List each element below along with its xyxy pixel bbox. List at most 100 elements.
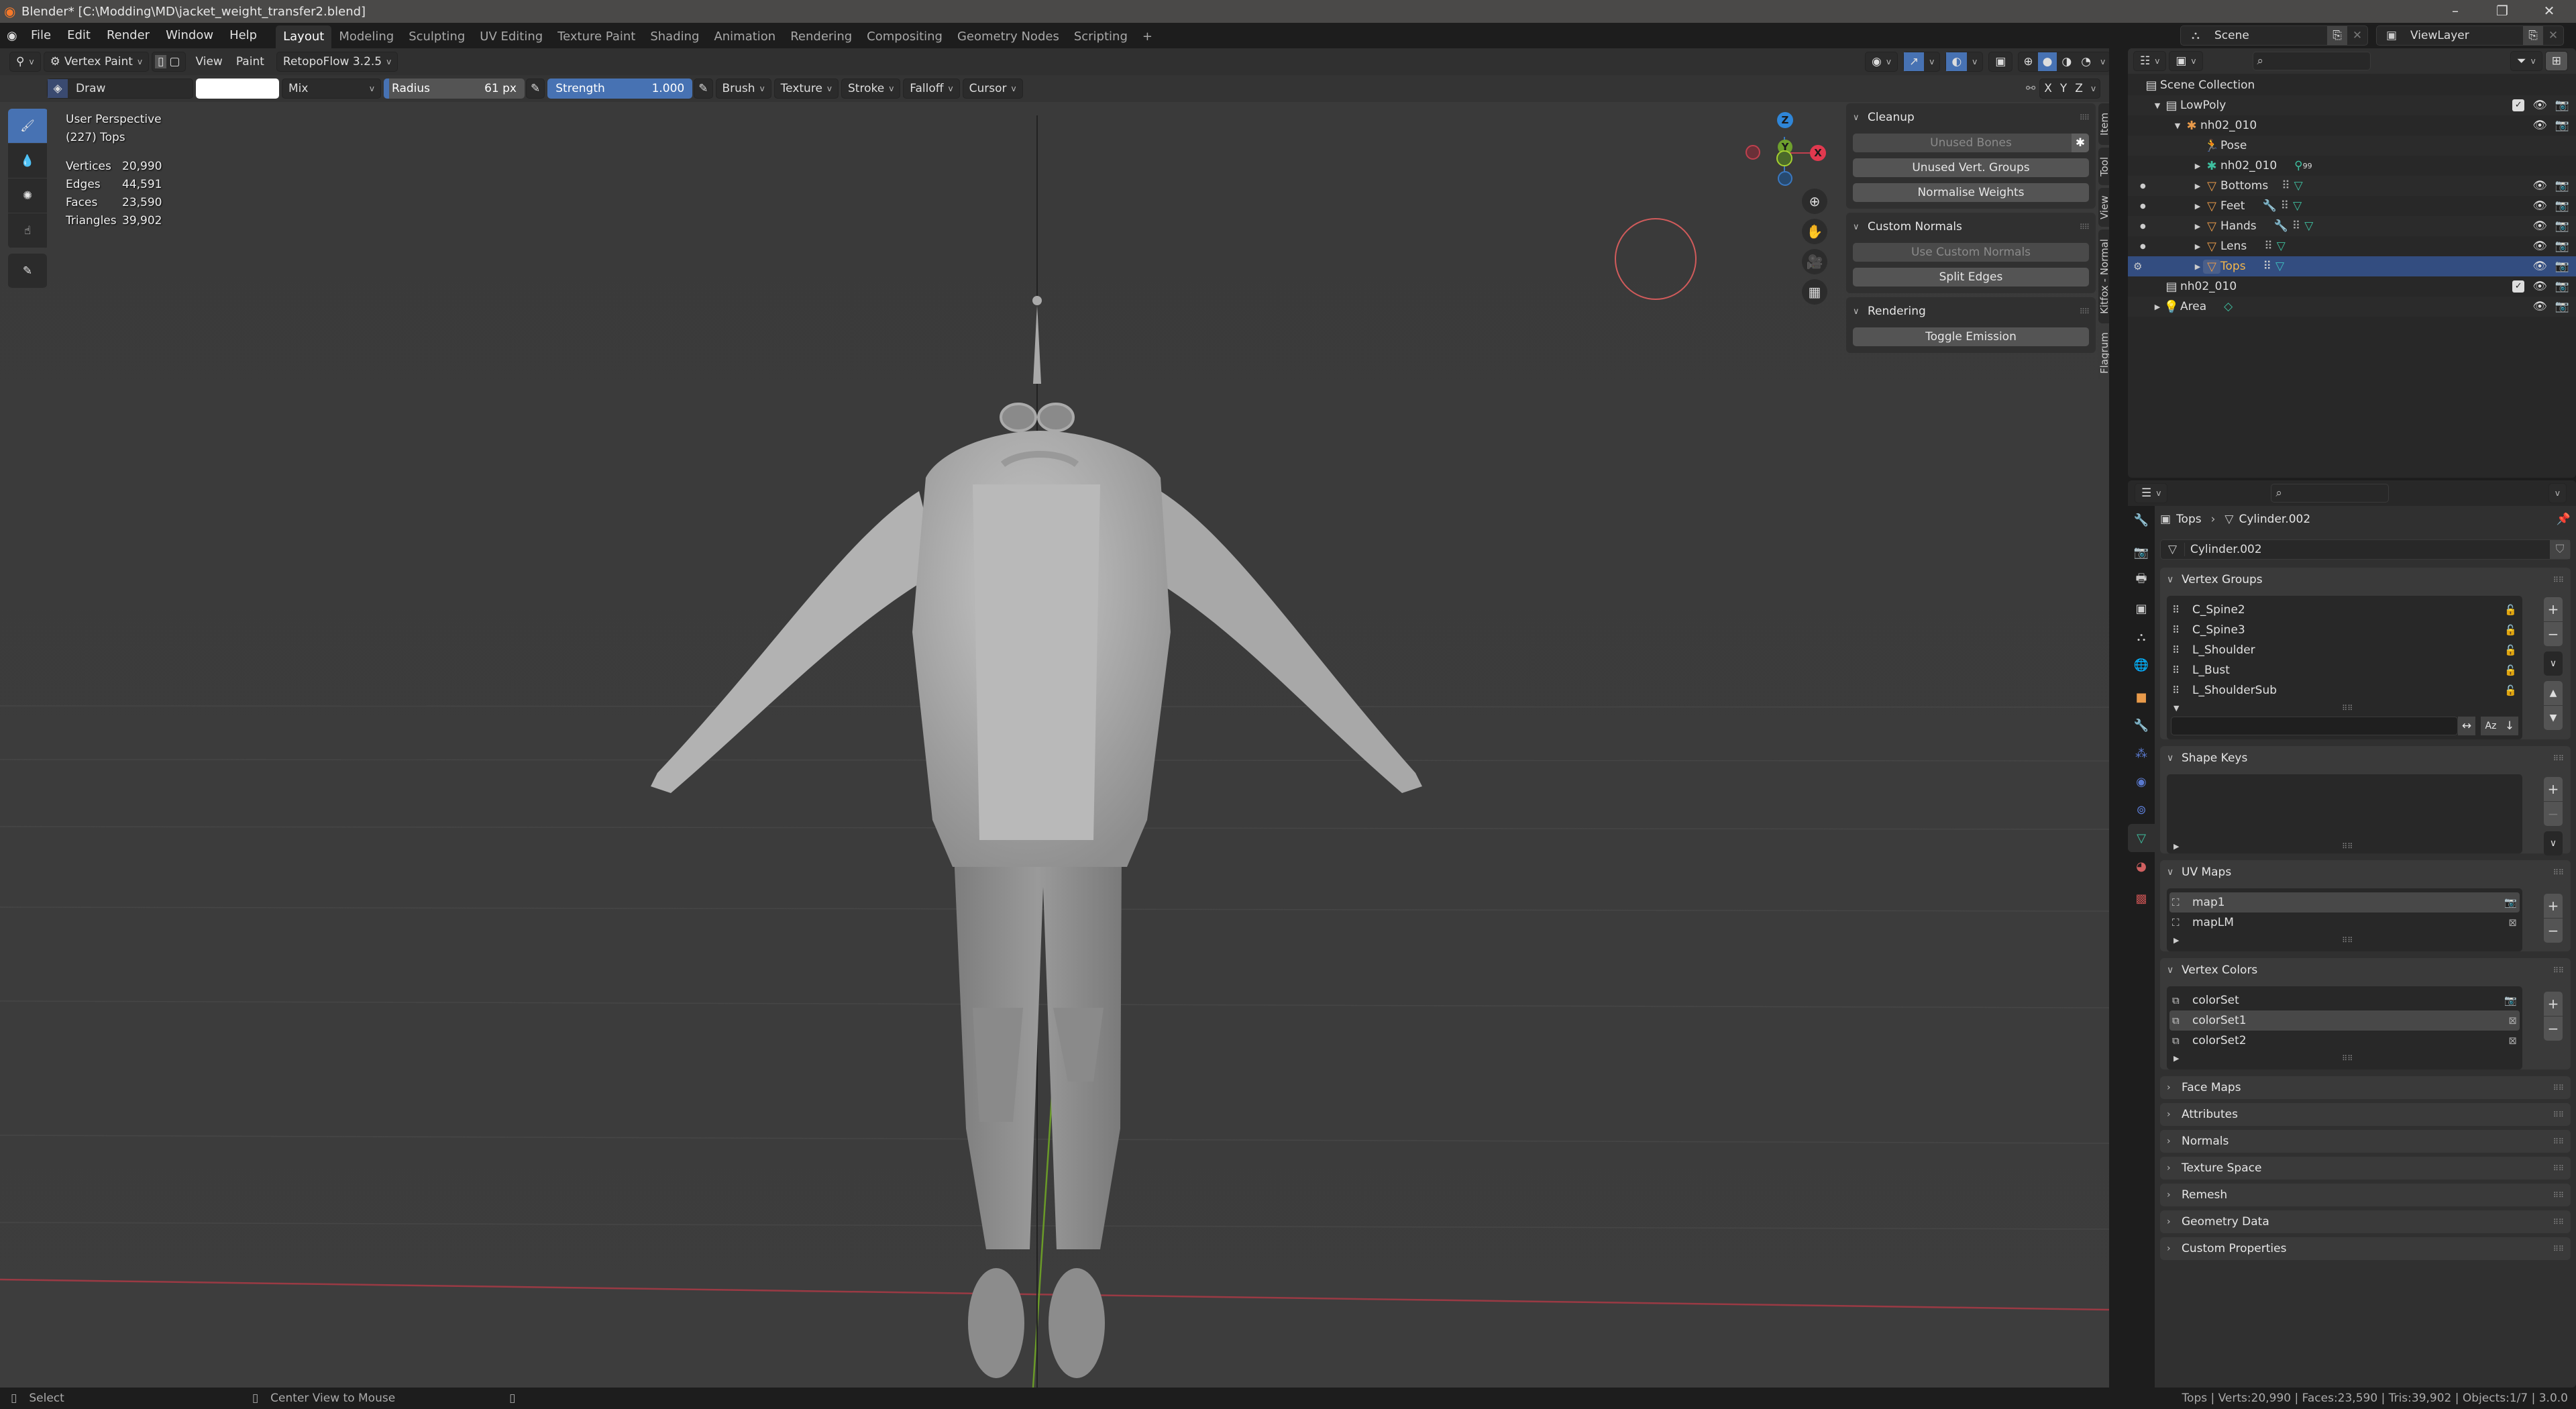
viewlayer-selector[interactable]: ▣ ViewLayer ⎘ ✕ bbox=[2376, 25, 2564, 46]
shape-key-specials-button[interactable]: ∨ bbox=[2544, 831, 2563, 855]
unused-bones-button[interactable]: Unused Bones ✱ bbox=[1853, 134, 2089, 152]
close-button[interactable]: ✕ bbox=[2529, 0, 2569, 23]
scene-name[interactable]: Scene bbox=[2210, 29, 2327, 42]
eye-icon[interactable]: 👁 bbox=[2532, 300, 2547, 313]
expand-right-icon[interactable]: ▶ bbox=[2192, 182, 2203, 191]
vertex-groups-header[interactable]: ∨ Vertex Groups ⠿⠿ bbox=[2160, 568, 2571, 592]
eye-icon[interactable]: 👁 bbox=[2532, 99, 2547, 112]
material-shading-icon[interactable]: ◑ bbox=[2057, 55, 2076, 68]
eye-icon[interactable]: 👁 bbox=[2532, 280, 2547, 293]
filter-dropdown[interactable]: ⏷ v bbox=[2510, 51, 2542, 71]
custom-properties-panel[interactable]: › Custom Properties ⠿⠿ bbox=[2160, 1237, 2571, 1260]
delete-scene-icon[interactable]: ✕ bbox=[2347, 29, 2367, 42]
outliner-row-nh02-collection[interactable]: ▤ nh02_010 ✓ 👁 📷 bbox=[2128, 276, 2576, 297]
viewlayer-name[interactable]: ViewLayer bbox=[2406, 29, 2523, 42]
3d-viewport[interactable]: ⚲ v ⚙ Vertex Paint v ▯ ▢ View Paint RetopoFl… bbox=[0, 48, 2109, 1388]
camera-render-icon[interactable]: 📷 bbox=[2555, 119, 2569, 132]
strength-slider[interactable]: Strength 1.000 bbox=[547, 79, 693, 99]
maximize-button[interactable]: ❐ bbox=[2482, 0, 2522, 23]
tab-texture[interactable]: ▩ bbox=[2128, 884, 2155, 912]
xray-toggle[interactable]: ▣ bbox=[1988, 52, 2013, 72]
drag-handle-icon[interactable]: ⠿⠿ bbox=[2080, 113, 2090, 122]
tab-rendering[interactable]: Rendering bbox=[783, 25, 859, 48]
inactive-render-icon[interactable]: ⊠ bbox=[2508, 1035, 2517, 1047]
mirror-z-toggle[interactable]: Z bbox=[2071, 82, 2087, 95]
menu-help[interactable]: Help bbox=[221, 25, 265, 46]
blur-tool-button[interactable]: 💧 bbox=[8, 144, 47, 178]
eye-icon[interactable]: 👁 bbox=[2532, 179, 2547, 193]
vertex-group-item[interactable]: ⠿ C_Spine2 🔓 bbox=[2167, 600, 2522, 620]
menu-render[interactable]: Render bbox=[99, 25, 158, 46]
expand-right-icon[interactable]: ▶ bbox=[2192, 202, 2203, 211]
scene-selector[interactable]: ⛬ Scene ⎘ ✕ bbox=[2180, 25, 2368, 46]
radius-pressure-toggle[interactable]: ✎ bbox=[526, 79, 545, 99]
unlock-icon[interactable]: 🔓 bbox=[2504, 684, 2517, 696]
normals-panel[interactable]: › Normals ⠿⠿ bbox=[2160, 1130, 2571, 1153]
expand-filter-icon[interactable]: ▶ bbox=[2174, 1054, 2179, 1063]
use-custom-normals-button[interactable]: Use Custom Normals bbox=[1853, 243, 2089, 262]
inactive-render-icon[interactable]: ⊠ bbox=[2508, 917, 2517, 929]
invert-filter-icon[interactable]: ↔ bbox=[2458, 717, 2475, 735]
unlock-icon[interactable]: 🔓 bbox=[2504, 664, 2517, 676]
pin-icon[interactable]: 📌 bbox=[2557, 513, 2571, 526]
expand-filter-icon[interactable]: ▼ bbox=[2174, 704, 2179, 713]
camera-render-icon[interactable]: 📷 bbox=[2555, 240, 2569, 253]
add-vertex-color-button[interactable]: + bbox=[2544, 992, 2563, 1016]
drag-handle-icon[interactable]: ⠿⠿ bbox=[2553, 1164, 2564, 1173]
outliner-editor-type[interactable]: ☷ v bbox=[2133, 51, 2167, 71]
active-render-camera-icon[interactable]: 📷 bbox=[2504, 896, 2517, 908]
properties-options-dropdown[interactable]: v bbox=[2548, 483, 2567, 503]
tab-sculpting[interactable]: Sculpting bbox=[401, 25, 472, 48]
vertex-color-item[interactable]: ⧉ colorSet1 ⊠ bbox=[2169, 1010, 2520, 1031]
draw-tool-button[interactable]: 🖌 bbox=[8, 109, 47, 144]
camera-view-button[interactable]: 🎥 bbox=[1802, 249, 1827, 274]
drag-handle-icon[interactable]: ⠿⠿ bbox=[2553, 1110, 2564, 1119]
editor-type-button[interactable]: ⚲ v bbox=[9, 52, 41, 72]
drag-handle-icon[interactable]: ⠿⠿ bbox=[2553, 1191, 2564, 1200]
radius-slider[interactable]: Radius 61 px bbox=[384, 79, 525, 99]
resize-handle-icon[interactable]: ⠿⠿ bbox=[2342, 842, 2353, 851]
gizmo-neg-x-axis[interactable] bbox=[1746, 145, 1760, 160]
exclude-checkbox[interactable]: ✓ bbox=[2512, 99, 2525, 111]
outliner-row-armature[interactable]: ▼ ✱ nh02_010 👁 📷 bbox=[2128, 115, 2576, 136]
drag-handle-icon[interactable]: ⠿⠿ bbox=[2553, 966, 2564, 975]
add-vertex-group-button[interactable]: + bbox=[2544, 597, 2563, 621]
menu-window[interactable]: Window bbox=[158, 25, 221, 46]
falloff-menu[interactable]: Falloff v bbox=[903, 79, 960, 99]
properties-search-input[interactable]: ⌕ bbox=[2271, 484, 2390, 503]
cleanup-header[interactable]: ∨ Cleanup ⠿⠿ bbox=[1853, 107, 2090, 127]
tab-shading[interactable]: Shading bbox=[643, 25, 706, 48]
vertex-group-item[interactable]: ⠿ L_Bust 🔓 bbox=[2167, 660, 2522, 680]
vertex-paint-mode-icon[interactable]: ⚙ bbox=[2133, 260, 2142, 272]
move-down-button[interactable]: ▼ bbox=[2544, 706, 2563, 730]
camera-render-icon[interactable]: 📷 bbox=[2555, 99, 2569, 112]
outliner-search-input[interactable]: ⌕ bbox=[2252, 52, 2371, 70]
eye-icon[interactable]: 👁 bbox=[2532, 219, 2547, 233]
resize-handle-icon[interactable]: ⠿⠿ bbox=[2342, 1054, 2353, 1063]
shape-keys-header[interactable]: ∨ Shape Keys ⠿⠿ bbox=[2160, 746, 2571, 770]
sidebar-tab-tool[interactable]: Tool bbox=[2098, 148, 2109, 185]
solid-shading-icon[interactable]: ● bbox=[2037, 52, 2057, 71]
tab-compositing[interactable]: Compositing bbox=[859, 25, 950, 48]
gizmo-x-axis[interactable]: X bbox=[1810, 145, 1826, 161]
sidebar-tab-flagrum[interactable]: Flagrum bbox=[2098, 326, 2109, 380]
vertex-group-item[interactable]: ⠿ L_Shoulder 🔓 bbox=[2167, 640, 2522, 660]
shading-modes[interactable]: ⊕ ● ◑ ◔ v bbox=[2018, 52, 2109, 72]
fake-user-shield-icon[interactable]: ⛉ bbox=[2550, 540, 2570, 559]
custom-normals-header[interactable]: ∨ Custom Normals ⠿⠿ bbox=[1853, 217, 2090, 237]
outliner-row-scene-collection[interactable]: ▤ Scene Collection bbox=[2128, 75, 2576, 95]
toggle-emission-button[interactable]: Toggle Emission bbox=[1853, 327, 2089, 346]
outliner-row-pose[interactable]: 🏃 Pose bbox=[2128, 136, 2576, 156]
split-edges-button[interactable]: Split Edges bbox=[1853, 268, 2089, 286]
brush-menu[interactable]: Brush v bbox=[715, 79, 771, 99]
expand-down-icon[interactable]: ▼ bbox=[2152, 101, 2163, 110]
tab-view-layer[interactable]: ▣ bbox=[2128, 594, 2155, 623]
outliner-row-feet[interactable]: ● ▶ ▽ Feet 🔧 ⠿ ▽ 👁 📷 bbox=[2128, 196, 2576, 216]
expand-down-icon[interactable]: ▼ bbox=[2172, 121, 2183, 130]
tab-material[interactable]: ◕ bbox=[2128, 852, 2155, 880]
uv-map-item[interactable]: ⛶ mapLM ⊠ bbox=[2167, 912, 2522, 933]
drag-handle-icon[interactable]: ⠿⠿ bbox=[2553, 1245, 2564, 1253]
viewport-scene[interactable] bbox=[0, 48, 2109, 1388]
vertex-group-filter-input[interactable] bbox=[2171, 717, 2458, 735]
brush-selector[interactable]: ◈ Draw bbox=[47, 79, 193, 99]
